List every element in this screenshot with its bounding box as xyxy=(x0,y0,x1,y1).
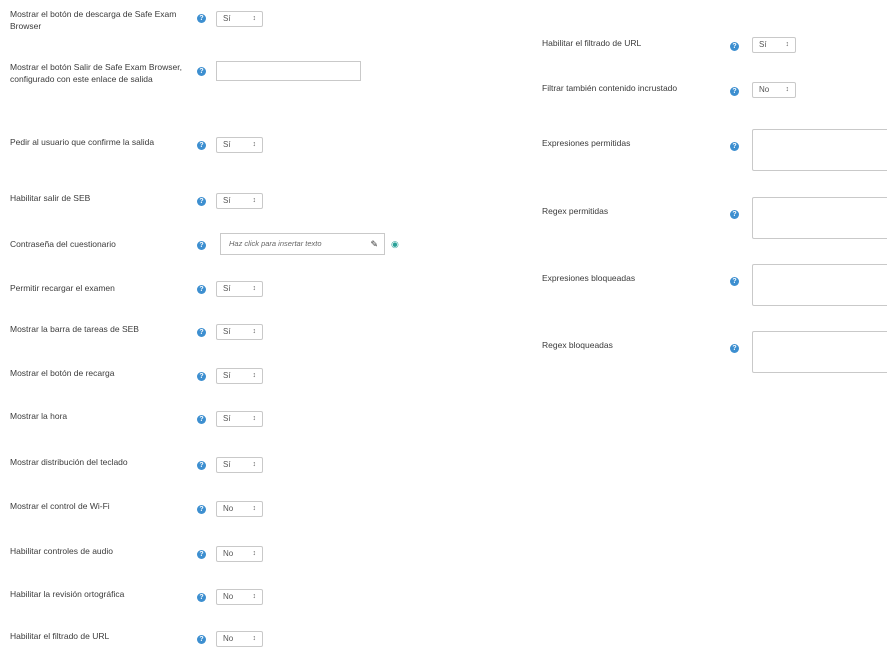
select-value: No xyxy=(223,592,234,601)
help-icon[interactable]: ? xyxy=(197,372,206,381)
setting-label: Filtrar también contenido incrustado xyxy=(542,83,678,93)
select-value: Sí xyxy=(759,40,767,49)
help-icon[interactable]: ? xyxy=(197,328,206,337)
help-icon[interactable]: ? xyxy=(730,210,739,219)
help-icon[interactable]: ? xyxy=(197,505,206,514)
select-value: No xyxy=(223,504,234,513)
select-value: Sí xyxy=(223,196,231,205)
url-filter-right-select[interactable]: Sí ↕ xyxy=(752,37,796,53)
help-icon[interactable]: ? xyxy=(197,461,206,470)
pencil-icon[interactable]: ✎ xyxy=(370,234,378,254)
help-icon[interactable]: ? xyxy=(197,285,206,294)
show-wifi-select[interactable]: No ↕ xyxy=(216,501,263,517)
select-caret-icon: ↕ xyxy=(252,141,257,148)
select-value: No xyxy=(223,634,234,643)
help-icon[interactable]: ? xyxy=(730,42,739,51)
select-caret-icon: ↕ xyxy=(252,593,257,600)
setting-label: Mostrar el botón de descarga de Safe Exa… xyxy=(10,9,177,31)
filter-embedded-select[interactable]: No ↕ xyxy=(752,82,796,98)
spellcheck-select[interactable]: No ↕ xyxy=(216,589,263,605)
select-value: Sí xyxy=(223,414,231,423)
select-value: No xyxy=(759,85,770,94)
help-icon[interactable]: ? xyxy=(197,415,206,424)
select-caret-icon: ↕ xyxy=(785,41,790,48)
allowed-expressions-textarea[interactable] xyxy=(752,129,887,171)
select-caret-icon: ↕ xyxy=(252,15,257,22)
setting-label: Habilitar el filtrado de URL xyxy=(10,631,110,641)
show-download-button-select[interactable]: Sí ↕ xyxy=(216,11,263,27)
help-icon[interactable]: ? xyxy=(730,87,739,96)
select-caret-icon: ↕ xyxy=(252,328,257,335)
help-icon[interactable]: ? xyxy=(197,635,206,644)
setting-label: Mostrar el botón Salir de Safe Exam Brow… xyxy=(10,62,182,84)
setting-label: Mostrar la barra de tareas de SEB xyxy=(10,324,139,334)
setting-label: Contraseña del cuestionario xyxy=(10,239,116,249)
help-icon[interactable]: ? xyxy=(197,241,206,250)
select-value: Sí xyxy=(223,327,231,336)
help-icon[interactable]: ? xyxy=(197,141,206,150)
select-value: Sí xyxy=(223,14,231,23)
help-icon[interactable]: ? xyxy=(197,67,206,76)
select-caret-icon: ↕ xyxy=(252,550,257,557)
show-keyboard-layout-select[interactable]: Sí ↕ xyxy=(216,457,263,473)
setting-label: Mostrar la hora xyxy=(10,411,68,421)
setting-label: Expresiones permitidas xyxy=(542,138,631,148)
setting-label: Mostrar el botón de recarga xyxy=(10,368,115,378)
setting-label: Regex bloqueadas xyxy=(542,340,613,350)
help-icon[interactable]: ? xyxy=(197,550,206,559)
select-caret-icon: ↕ xyxy=(252,635,257,642)
help-icon[interactable]: ? xyxy=(197,197,206,206)
eye-icon[interactable]: ◉ xyxy=(391,240,400,249)
setting-label: Habilitar la revisión ortográfica xyxy=(10,589,125,599)
audio-controls-select[interactable]: No ↕ xyxy=(216,546,263,562)
select-caret-icon: ↕ xyxy=(252,505,257,512)
setting-label: Expresiones bloqueadas xyxy=(542,273,636,283)
setting-label: Habilitar el filtrado de URL xyxy=(542,38,642,48)
select-caret-icon: ↕ xyxy=(252,197,257,204)
select-value: No xyxy=(223,549,234,558)
select-value: Sí xyxy=(223,371,231,380)
enable-quit-select[interactable]: Sí ↕ xyxy=(216,193,263,209)
help-icon[interactable]: ? xyxy=(730,344,739,353)
quiz-password-field[interactable]: Haz click para insertar texto ✎ xyxy=(220,233,385,255)
select-caret-icon: ↕ xyxy=(252,285,257,292)
select-value: Sí xyxy=(223,284,231,293)
show-reload-button-select[interactable]: Sí ↕ xyxy=(216,368,263,384)
show-time-select[interactable]: Sí ↕ xyxy=(216,411,263,427)
setting-label: Mostrar distribución del teclado xyxy=(10,457,128,467)
setting-label: Mostrar el control de Wi-Fi xyxy=(10,501,110,511)
help-icon[interactable]: ? xyxy=(730,142,739,151)
help-icon[interactable]: ? xyxy=(197,593,206,602)
help-icon[interactable]: ? xyxy=(730,277,739,286)
setting-label: Pedir al usuario que confirme la salida xyxy=(10,137,155,147)
select-caret-icon: ↕ xyxy=(785,86,790,93)
select-caret-icon: ↕ xyxy=(252,372,257,379)
allow-reload-select[interactable]: Sí ↕ xyxy=(216,281,263,297)
setting-label: Habilitar salir de SEB xyxy=(10,193,91,203)
select-caret-icon: ↕ xyxy=(252,415,257,422)
help-icon[interactable]: ? xyxy=(197,14,206,23)
setting-label: Regex permitidas xyxy=(542,206,609,216)
show-taskbar-select[interactable]: Sí ↕ xyxy=(216,324,263,340)
select-value: Sí xyxy=(223,140,231,149)
select-value: Sí xyxy=(223,460,231,469)
select-caret-icon: ↕ xyxy=(252,461,257,468)
allowed-regex-textarea[interactable] xyxy=(752,197,887,239)
setting-label: Permitir recargar el examen xyxy=(10,283,115,293)
password-placeholder: Haz click para insertar texto xyxy=(229,239,322,248)
blocked-expressions-textarea[interactable] xyxy=(752,264,887,306)
blocked-regex-textarea[interactable] xyxy=(752,331,887,373)
setting-label: Habilitar controles de audio xyxy=(10,546,114,556)
url-filter-select[interactable]: No ↕ xyxy=(216,631,263,647)
exit-link-input[interactable] xyxy=(216,61,361,81)
confirm-exit-select[interactable]: Sí ↕ xyxy=(216,137,263,153)
